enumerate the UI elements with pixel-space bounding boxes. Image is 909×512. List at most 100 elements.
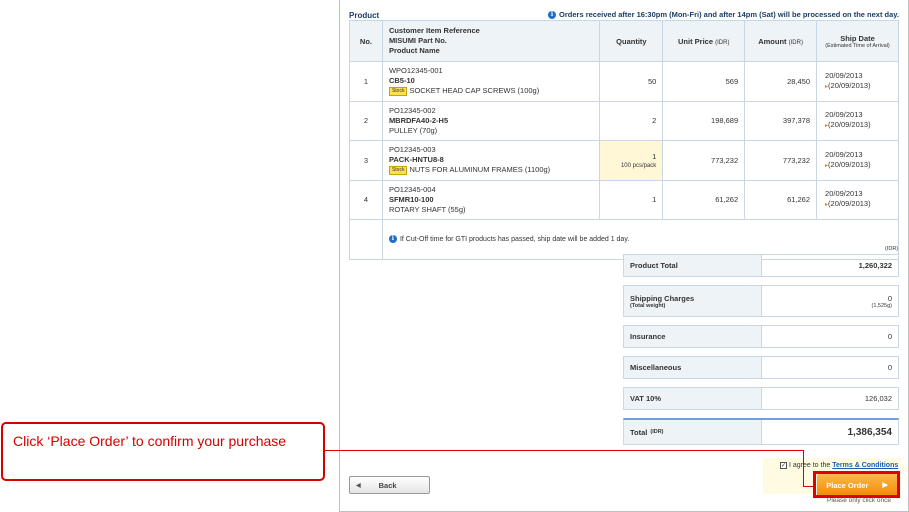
terms-agreement: ✓ I agree to the Terms & Conditions [780,462,898,469]
shipping-label: Shipping Charges [630,293,695,303]
row-ship: 20/09/2013 ▸(20/09/2013) [816,179,899,220]
row-ref: PO12345-004 [388,184,436,194]
row-name: SOCKET HEAD CAP SCREWS (100g) [409,86,540,96]
total-label-cell: Total (IDR) [624,420,762,444]
header-ship-date-sub: (Estimated Time of Arrival) [825,42,890,49]
row-part-no: MBRDFA40-2-H5 [388,115,449,125]
callout-connector [803,450,804,486]
row-unit-price: 569 [662,61,746,102]
row-ship: 20/09/2013 ▸(20/09/2013) [816,100,899,141]
header-ship-date: Ship Date (Estimated Time of Arrival) [816,20,899,62]
shipping-value: 0 [887,293,892,303]
row-amount: 28,450 [744,61,818,102]
row-quantity: 2 [599,100,664,141]
stock-badge: Stock [388,165,408,175]
row-ship: 20/09/2013 ▸(20/09/2013) [816,61,899,102]
row-part-no: SFMR10-100 [388,194,434,204]
row-no: 3 [349,140,383,181]
cutoff-notice-text: Orders received after 16:30pm (Mon-Fri) … [559,10,899,19]
header-amount-unit: (IDR) [788,39,803,46]
header-item-part: MISUMI Part No. [388,36,447,45]
callout-connector [803,486,815,487]
row-quantity: 1 [599,179,664,220]
vat-label: VAT 10% [624,388,762,409]
row-eta-line: ▸(20/09/2013) [825,81,898,92]
shipping-label-cell: Shipping Charges (Total weight) [624,286,762,316]
header-unit-price: Unit Price (IDR) [662,20,746,62]
table-row: 2 PO12345-002 MBRDFA40-2-H5 PULLEY (70g)… [349,100,899,141]
row-ref: WPO12345-001 [388,66,443,76]
row-part-no: CB5-10 [388,76,415,86]
row-ref: PO12345-003 [388,145,436,155]
terms-checkbox[interactable]: ✓ [780,462,787,469]
back-button-label: Back [378,480,397,490]
row-ship-date: 20/09/2013 [825,149,863,159]
arrow-left-icon: ◀ [356,482,361,489]
terms-link[interactable]: Terms & Conditions [832,462,898,469]
back-button[interactable]: ◀ Back [349,476,430,494]
terms-prefix: I agree to the [789,462,831,469]
row-name: ROTARY SHAFT (55g) [388,204,466,214]
insurance-value: 0 [887,332,892,341]
row-eta-line: ▸(20/09/2013) [825,120,898,131]
shipping-sub-label: (Total weight) [630,302,666,309]
row-name: NUTS FOR ALUMINUM FRAMES (1100g) [409,165,551,175]
misc-label: Miscellaneous [624,357,762,378]
row-name: PULLEY (70g) [388,125,438,135]
callout-connector [325,450,803,451]
stock-badge: Stock [388,86,408,96]
product-total-value: 1,260,322 [858,261,892,270]
header-ship-date-label: Ship Date [840,33,875,43]
row-amount: 773,232 [744,140,818,181]
row-quantity-cell: 1 100 pcs/pack [599,140,664,181]
cutoff-note: i If Cut-Off time for GTI products has p… [388,235,898,244]
note-spacer [349,219,383,260]
insurance-row: Insurance 0 [623,325,899,348]
misc-value: 0 [887,363,892,372]
click-once-note: Please only click once [827,497,891,504]
total-unit: (IDR) [650,429,664,435]
row-ship-date: 20/09/2013 [825,70,863,80]
cutoff-notice: i Orders received after 16:30pm (Mon-Fri… [548,10,899,19]
total-label: Total [630,427,648,437]
row-quantity: 1 [652,151,657,161]
header-unit-price-unit: (IDR) [715,39,730,46]
row-unit-price: 198,689 [662,100,746,141]
row-name-line: Stock NUTS FOR ALUMINUM FRAMES (1100g) [388,165,599,175]
row-eta-line: ▸(20/09/2013) [825,199,898,210]
row-item: PO12345-003 PACK-HNTU8-8 Stock NUTS FOR A… [381,140,601,181]
shipping-value-cell: 0 (1,525g) [762,286,898,316]
row-ref: PO12345-002 [388,105,436,115]
header-unit-price-label: Unit Price [678,36,714,46]
row-name-line: Stock SOCKET HEAD CAP SCREWS (100g) [388,86,599,96]
row-pack-size: 100 pcs/pack [620,162,657,169]
row-amount: 397,378 [744,100,818,141]
total-value: 1,386,354 [847,426,893,438]
row-item: PO12345-004 SFMR10-100 ROTARY SHAFT (55g… [381,179,601,220]
info-icon: i [388,235,397,244]
row-eta: (20/09/2013) [828,199,871,209]
insurance-label: Insurance [624,326,762,347]
vat-row: VAT 10% 126,032 [623,387,899,410]
cutoff-note-text: If Cut-Off time for GTI products has pas… [399,235,630,243]
header-amount-label: Amount [758,36,787,46]
row-amount: 61,262 [744,179,818,220]
row-no: 1 [349,61,383,102]
header-quantity: Quantity [599,20,664,62]
section-title: Product [349,11,380,20]
product-total-row: Product Total 1,260,322 [623,254,899,277]
row-part-no: PACK-HNTU8-8 [388,155,444,165]
row-no: 2 [349,100,383,141]
row-eta: (20/09/2013) [828,159,871,169]
currency-label: (IDR) [885,246,899,252]
row-eta: (20/09/2013) [828,80,871,90]
header-amount: Amount (IDR) [744,20,818,62]
row-item: PO12345-002 MBRDFA40-2-H5 PULLEY (70g) [381,100,601,141]
product-table: No. Customer Item Reference MISUMI Part … [349,20,900,260]
row-item: WPO12345-001 CB5-10 Stock SOCKET HEAD CAP… [381,61,601,102]
table-row: 4 PO12345-004 SFMR10-100 ROTARY SHAFT (5… [349,179,899,220]
row-ship: 20/09/2013 ▸(20/09/2013) [816,140,899,181]
shipping-row: Shipping Charges (Total weight) 0 (1,525… [623,285,899,317]
row-ship-date: 20/09/2013 [825,110,863,120]
row-ship-date: 20/09/2013 [825,189,863,199]
